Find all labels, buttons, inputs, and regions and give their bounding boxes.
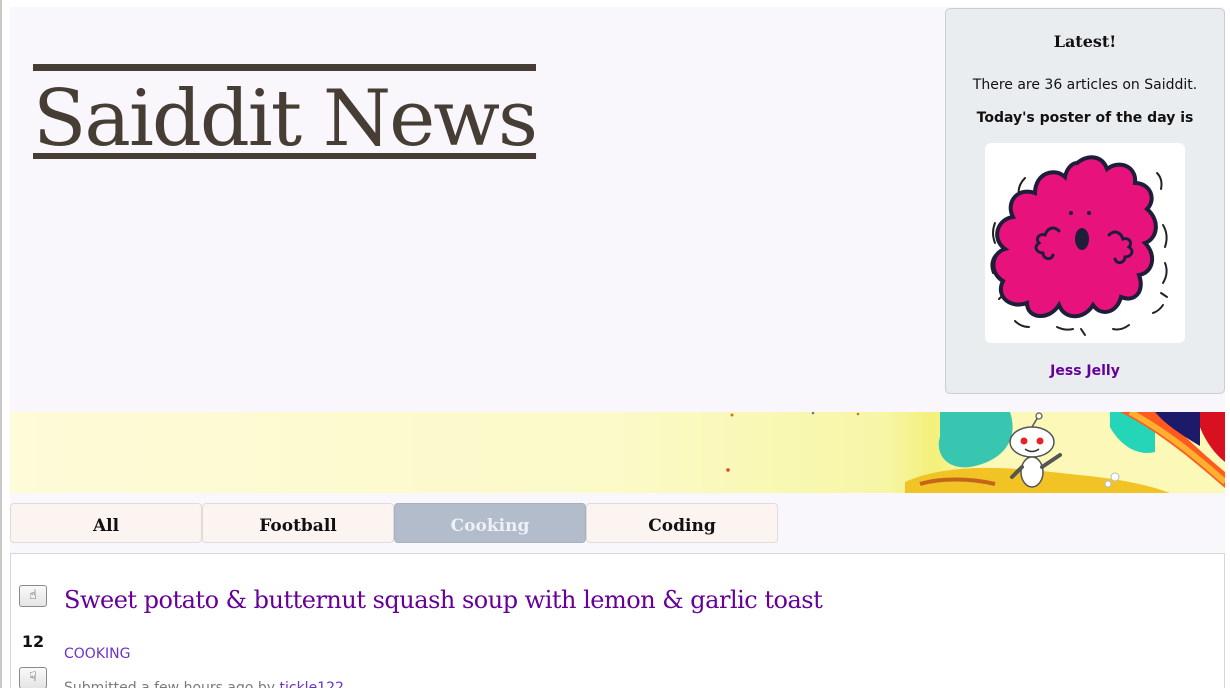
article-count-text: There are 36 articles on Saiddit. [972,77,1198,93]
poster-name-link[interactable]: Jess Jelly [946,363,1224,379]
reddit-banner-image [10,412,1225,493]
upvote-hand-icon: ☝ [29,588,37,603]
page: Saiddit News Latest! There are 36 articl… [10,7,1225,688]
vote-count: 12 [21,632,45,651]
author-link[interactable]: tickle122 [280,680,344,688]
poster-avatar-image [985,143,1185,343]
downvote-hand-icon: ☟ [29,670,37,685]
tab-coding[interactable]: Coding [586,503,778,543]
window-left-border [0,0,2,688]
article-category-link[interactable]: COOKING [64,646,130,662]
submitted-text: Submitted a few hours ago by [64,680,276,688]
site-title-link[interactable]: Saiddit News [33,64,538,163]
snoo-banner-illustration [726,412,1225,493]
tab-cooking[interactable]: Cooking [394,503,586,543]
pink-blob-character-icon [990,155,1168,336]
downvote-button[interactable]: ☟ [19,667,47,688]
article-meta: Submitted a few hours ago by tickle122 [64,680,344,688]
article-card: ☝ 12 ☟ Sweet potato & butternut squash s… [10,553,1225,688]
latest-sidebar: Latest! There are 36 articles on Saiddit… [945,8,1225,394]
poster-of-day-label: Today's poster of the day is [976,110,1194,126]
tab-football[interactable]: Football [202,503,394,543]
article-title-link[interactable]: Sweet potato & butternut squash soup wit… [64,586,823,614]
latest-heading: Latest! [1053,32,1117,51]
upvote-button[interactable]: ☝ [19,585,47,607]
tab-all[interactable]: All [10,503,202,543]
